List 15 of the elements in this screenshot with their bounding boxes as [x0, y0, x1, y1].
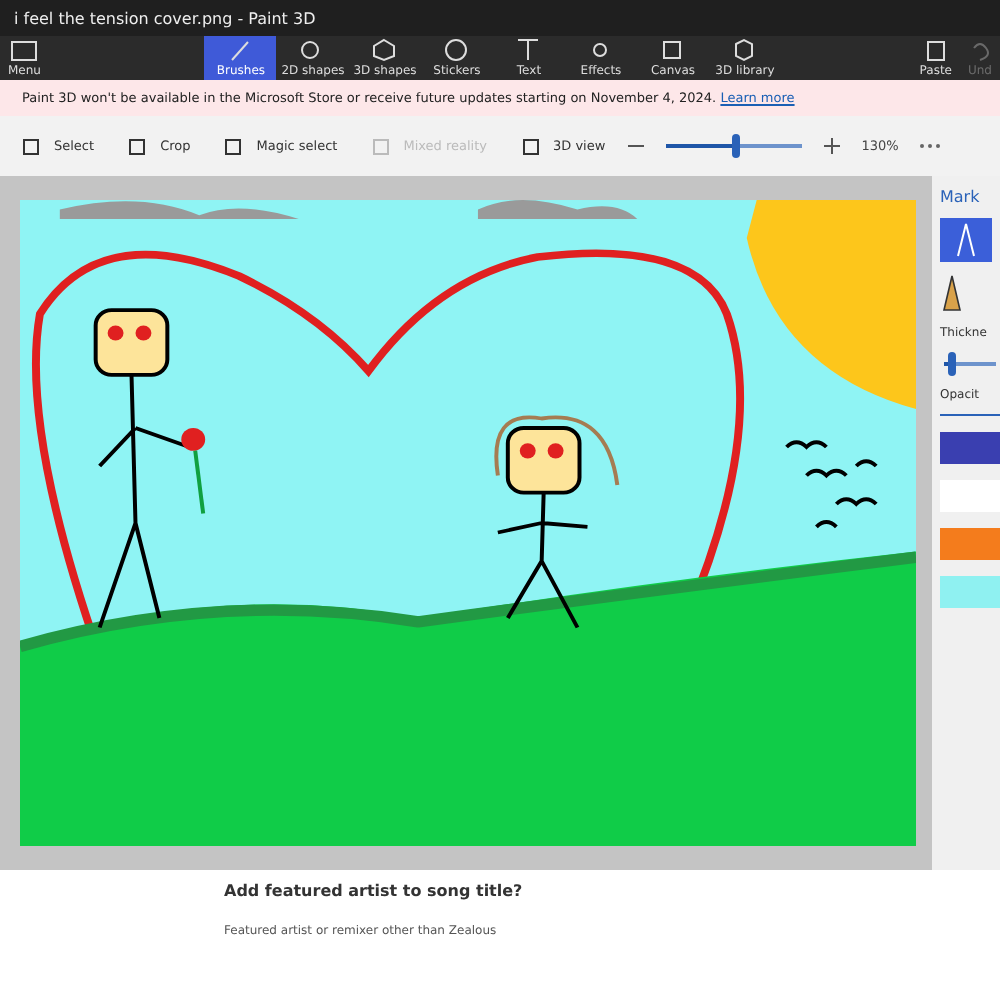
cube-icon	[370, 38, 399, 62]
question-heading: Add featured artist to song title?	[224, 882, 525, 900]
pencil-icon[interactable]	[940, 274, 964, 314]
menu-icon	[10, 39, 39, 61]
marker-icon[interactable]	[940, 218, 992, 262]
undo-icon	[968, 38, 992, 62]
panel-title: Mark	[940, 188, 982, 206]
window-title: i feel the tension cover.png - Paint 3D	[14, 9, 316, 27]
color-swatch[interactable]	[940, 576, 1000, 608]
color-swatch[interactable]	[940, 432, 1000, 464]
more-icon[interactable]	[918, 142, 943, 150]
brush-icon	[226, 38, 255, 62]
zoom-in-icon[interactable]	[821, 136, 842, 156]
text-icon	[514, 38, 543, 62]
color-swatch[interactable]	[940, 528, 1000, 560]
